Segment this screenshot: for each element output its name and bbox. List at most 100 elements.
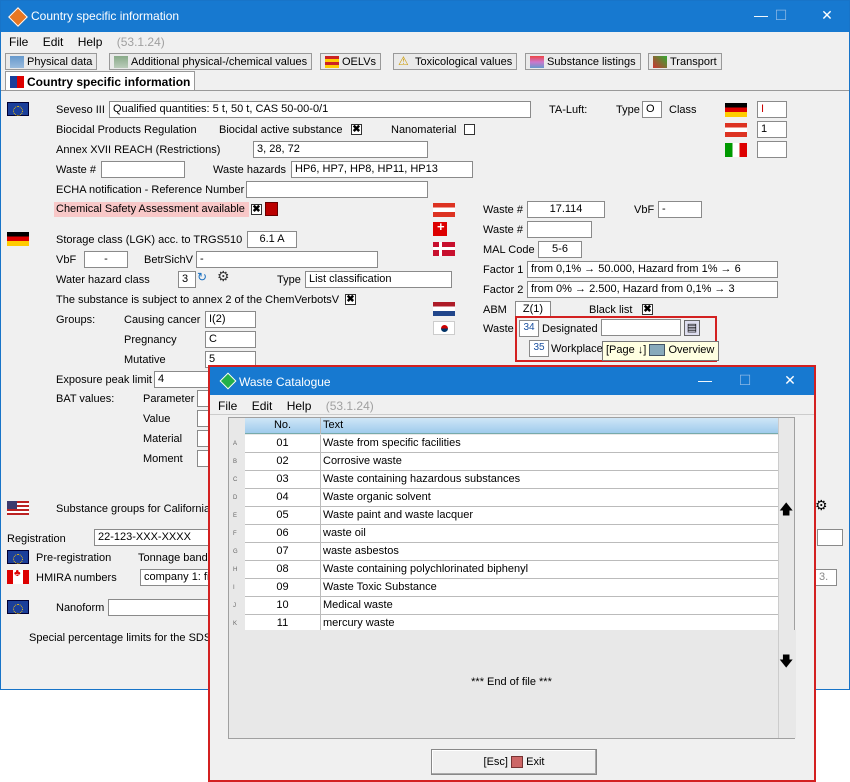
at-waste-field[interactable]: 17.114 <box>527 201 605 218</box>
row-text: Waste organic solvent <box>323 491 431 503</box>
catalogue-title-bar: Waste Catalogue — ☐ ✕ <box>210 367 814 395</box>
row-key: H <box>233 567 238 573</box>
exit-shortcut: [Esc] <box>483 756 508 768</box>
echa-field[interactable] <box>246 181 428 198</box>
taluft-class-at-field[interactable]: 1 <box>757 121 787 138</box>
abm-label: ABM <box>483 304 507 316</box>
row-number: 03 <box>245 471 321 489</box>
col-text-header[interactable]: Text <box>323 418 343 436</box>
taluft-type-field[interactable]: O <box>642 101 662 118</box>
catalogue-close-button[interactable]: ✕ <box>770 372 810 389</box>
black-list-checkbox[interactable]: ✖ <box>642 304 653 315</box>
tab-physical-data[interactable]: Physical data <box>5 53 98 70</box>
factor2-field[interactable]: from 0% → 2.500, Hazard from 0,1% → 3 <box>527 281 778 298</box>
workplace-no-field[interactable]: 35 <box>529 340 549 357</box>
col-no-header[interactable]: No. <box>245 418 321 434</box>
row-text: Waste Toxic Substance <box>323 581 437 593</box>
menu-help[interactable]: Help <box>78 35 103 49</box>
tab-country-specific[interactable]: Country specific information <box>5 71 196 90</box>
csa-checkbox[interactable]: ✖ <box>251 204 262 215</box>
close-button[interactable]: ✕ <box>807 7 847 24</box>
bat-value-label: Value <box>143 413 171 425</box>
scroll-down-icon[interactable]: 🡇 <box>779 654 793 668</box>
table-row[interactable]: 01 Waste from specific facilities <box>245 435 778 453</box>
switzerland-flag-icon <box>433 219 447 236</box>
registration-field[interactable]: 22-123-XXX-XXXX <box>94 529 209 546</box>
designated-field[interactable] <box>601 319 681 336</box>
waste-hazards-field[interactable]: HP6, HP7, HP8, HP11, HP13 <box>291 161 473 178</box>
tooltip-overview[interactable]: Overview <box>668 344 714 356</box>
tab-transport[interactable]: Transport <box>648 53 722 70</box>
nanomaterial-label: Nanomaterial <box>391 124 457 136</box>
nanoform-field[interactable] <box>108 599 210 616</box>
taluft-class-de-field[interactable]: I <box>757 101 787 118</box>
tab-additional-values[interactable]: Additional physical-/chemical values <box>109 53 313 70</box>
tab-oelvs[interactable]: OELVs <box>320 53 382 70</box>
waste-hazards-label: Waste hazards <box>213 164 286 176</box>
exit-button[interactable]: [Esc] Exit <box>431 749 597 775</box>
exposure-peak-field[interactable]: 4 <box>154 371 212 388</box>
maximize-button[interactable]: ☐ <box>761 7 801 24</box>
seveso-field[interactable]: Qualified quantities: 5 t, 50 t, CAS 50-… <box>109 101 531 118</box>
table-row[interactable]: 04 Waste organic solvent <box>245 489 778 507</box>
menu-edit[interactable]: Edit <box>43 35 64 49</box>
factor1-field[interactable]: from 0,1% → 50.000, Hazard from 1% → 6 <box>527 261 778 278</box>
row-key: A <box>233 441 238 447</box>
transport-icon <box>653 56 667 68</box>
catalogue-menu-file[interactable]: File <box>218 399 237 413</box>
table-row[interactable]: 05 Waste paint and waste lacquer <box>245 507 778 525</box>
table-row[interactable]: 02 Corrosive waste <box>245 453 778 471</box>
water-hazard-field[interactable]: 3 <box>178 271 196 288</box>
waste-no-label: Waste # <box>56 164 96 176</box>
catalogue-icon[interactable]: ▤ <box>684 320 700 336</box>
row-text: Waste from specific facilities <box>323 437 461 449</box>
catalogue-minimize-button[interactable]: — <box>685 372 725 388</box>
de-type-field[interactable]: List classification <box>305 271 452 288</box>
menu-file[interactable]: File <box>9 35 28 49</box>
annex-xvii-field[interactable]: 3, 28, 72 <box>253 141 428 158</box>
biocidal-active-checkbox[interactable]: ✖ <box>351 124 362 135</box>
scroll-up-icon[interactable]: 🡅 <box>779 502 793 516</box>
chemverbots-checkbox[interactable]: ✖ <box>345 294 356 305</box>
mal-code-field[interactable]: 5-6 <box>538 241 582 258</box>
hmira-tail-field[interactable]: 3. <box>815 569 837 586</box>
table-row[interactable]: 06 waste oil <box>245 525 778 543</box>
storage-class-field[interactable]: 6.1 A <box>247 231 297 248</box>
table-row[interactable]: 09 Waste Toxic Substance <box>245 579 778 597</box>
mal-code-label: MAL Code <box>483 244 535 256</box>
book-icon[interactable] <box>265 202 278 216</box>
causing-cancer-field[interactable]: I(2) <box>205 311 256 328</box>
pregnancy-field[interactable]: C <box>205 331 256 348</box>
refresh-icon[interactable]: ↻ <box>197 270 207 284</box>
waste-catalogue-window: Waste Catalogue — ☐ ✕ File Edit Help (53… <box>208 365 816 782</box>
row-key: B <box>233 459 238 465</box>
table-row[interactable]: 03 Waste containing hazardous substances <box>245 471 778 489</box>
taluft-class-it-field[interactable] <box>757 141 787 158</box>
special-limits-label: Special percentage limits for the SDS <box>29 632 212 644</box>
stack-icon <box>530 56 544 68</box>
designated-no-field[interactable]: 34 <box>519 320 539 337</box>
table-row[interactable]: 08 Waste containing polychlorinated biphe… <box>245 561 778 579</box>
grid-scrollbar[interactable]: 🡅 🡇 <box>778 418 794 738</box>
ch-waste-field[interactable] <box>527 221 592 238</box>
waste-no-field[interactable] <box>101 161 185 178</box>
tab-toxicological-values[interactable]: ⚠ Toxicological values <box>393 53 518 70</box>
gears-icon[interactable]: ⚙ <box>815 497 828 514</box>
catalogue-menu-help[interactable]: Help <box>287 399 312 413</box>
row-key: G <box>233 549 238 555</box>
hmira-field[interactable]: company 1: fil <box>140 569 210 586</box>
biocidal-label: Biocidal Products Regulation <box>56 124 197 136</box>
registration-extra-field[interactable] <box>817 529 843 546</box>
at-vbf-field[interactable]: - <box>658 201 702 218</box>
betrsichv-field[interactable]: - <box>196 251 378 268</box>
nanomaterial-checkbox[interactable] <box>464 124 475 135</box>
tab-substance-listings[interactable]: Substance listings <box>525 53 641 70</box>
tooltip-page[interactable]: [Page ↓] <box>606 344 646 356</box>
table-row[interactable]: 10 Medical waste <box>245 597 778 615</box>
table-row[interactable]: 07 waste asbestos <box>245 543 778 561</box>
factor1-label: Factor 1 <box>483 264 524 276</box>
catalogue-maximize-button[interactable]: ☐ <box>725 372 765 389</box>
de-vbf-field[interactable]: - <box>84 251 128 268</box>
gears-icon[interactable]: ⚙ <box>217 268 230 285</box>
catalogue-menu-edit[interactable]: Edit <box>252 399 273 413</box>
